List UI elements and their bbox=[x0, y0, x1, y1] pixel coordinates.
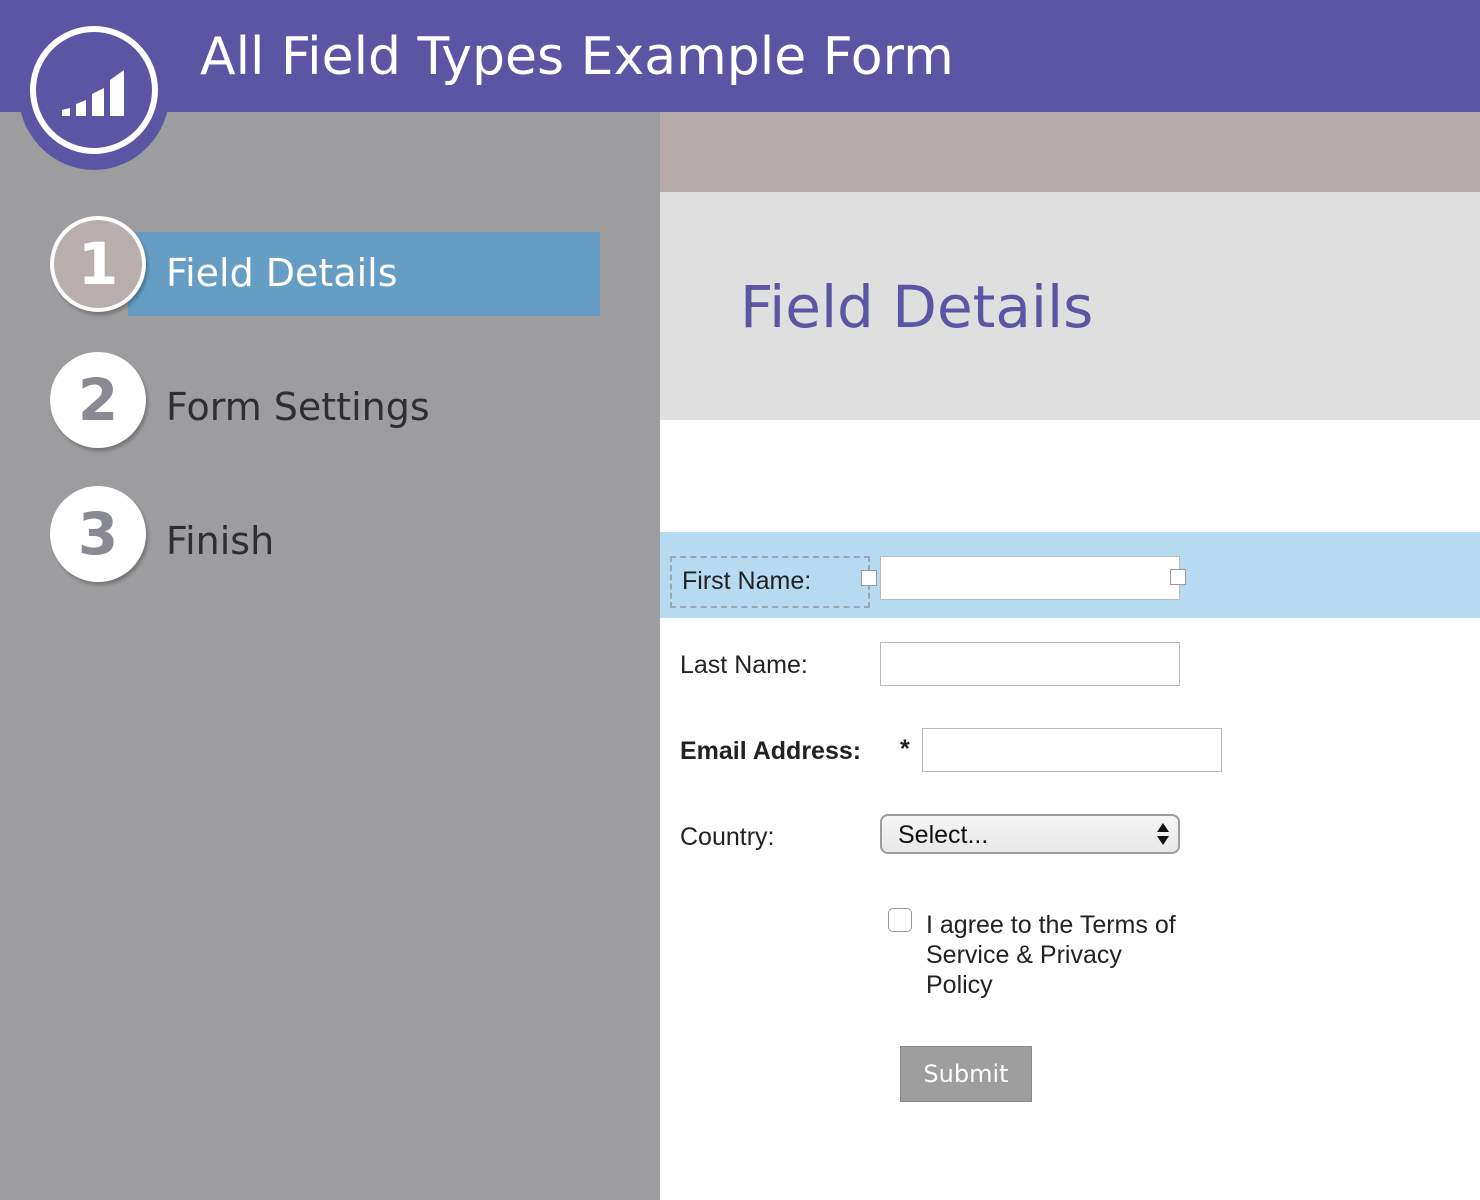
step-label: Field Details bbox=[166, 251, 398, 295]
email-input[interactable] bbox=[922, 728, 1222, 772]
consent-label[interactable]: I agree to the Terms of Service & Privac… bbox=[926, 910, 1176, 1000]
app-title: All Field Types Example Form bbox=[200, 27, 954, 87]
email-label: Email Address: bbox=[680, 737, 862, 765]
resize-handle[interactable] bbox=[1170, 569, 1186, 585]
last-name-input[interactable] bbox=[880, 642, 1180, 686]
title-band: Field Details bbox=[660, 192, 1480, 420]
form-canvas: First Name: Last Name: Email Address: * … bbox=[660, 420, 1480, 1200]
consent-checkbox[interactable] bbox=[888, 908, 912, 932]
country-select-value: Select... bbox=[898, 821, 989, 849]
wizard-sidebar: 1 Field Details 2 Form Settings 3 Finish bbox=[0, 112, 660, 1200]
top-band bbox=[660, 112, 1480, 192]
resize-handle[interactable] bbox=[861, 570, 877, 586]
step-number-badge: 3 bbox=[50, 486, 146, 582]
marketo-bars-icon bbox=[62, 70, 124, 116]
step-label: Form Settings bbox=[166, 385, 430, 429]
step-number-badge: 1 bbox=[50, 216, 146, 312]
submit-button[interactable]: Submit bbox=[900, 1046, 1032, 1102]
select-arrows-icon bbox=[1157, 823, 1169, 845]
step-number-badge: 2 bbox=[50, 352, 146, 448]
last-name-label: Last Name: bbox=[680, 651, 808, 679]
country-label: Country: bbox=[680, 823, 775, 851]
required-asterisk: * bbox=[900, 735, 910, 763]
step-label: Finish bbox=[166, 519, 275, 563]
country-select[interactable]: Select... bbox=[880, 814, 1180, 854]
logo-ring bbox=[30, 26, 158, 154]
first-name-input[interactable] bbox=[880, 556, 1180, 600]
page-title: Field Details bbox=[740, 273, 1094, 341]
logo[interactable] bbox=[18, 12, 170, 170]
first-name-label: First Name: bbox=[682, 567, 812, 595]
app-header: All Field Types Example Form bbox=[0, 0, 1480, 112]
